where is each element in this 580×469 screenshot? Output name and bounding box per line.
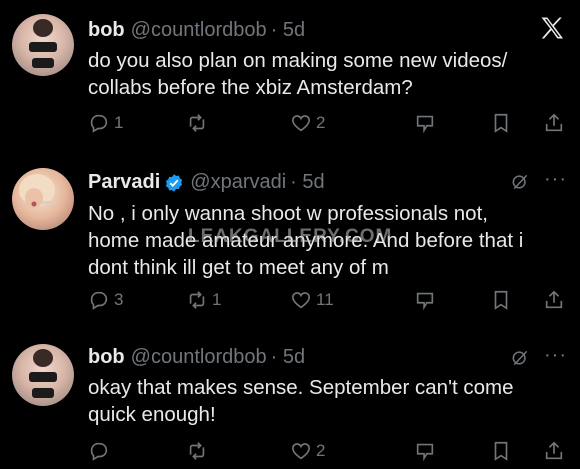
tweet-text: do you also plan on making some new vide… (88, 47, 548, 101)
reply-button[interactable]: 3 (88, 289, 123, 311)
author-handle[interactable]: @countlordbob (131, 19, 267, 42)
avatar[interactable] (12, 14, 74, 76)
reply-button[interactable]: 1 (88, 112, 123, 134)
retweet-button[interactable]: 1 (186, 289, 221, 311)
share-icon (545, 113, 563, 132)
analytics-icon (416, 115, 434, 134)
bookmark-button[interactable] (490, 112, 512, 134)
tweet-text-line: quick enough! (88, 403, 216, 426)
bookmark-button[interactable] (490, 440, 512, 462)
avatar[interactable] (12, 344, 74, 406)
reply-count: 3 (114, 290, 124, 309)
bookmark-button[interactable] (490, 289, 512, 311)
heart-icon (291, 443, 311, 460)
tweet-bob-2[interactable]: bob @countlordbob · 5d ··· okay that mak… (0, 344, 580, 469)
share-button[interactable] (543, 112, 565, 134)
analytics-button[interactable] (414, 289, 436, 311)
timestamp[interactable]: · 5d (271, 19, 305, 42)
bookmark-icon (494, 113, 508, 133)
retweet-count: 1 (212, 290, 222, 309)
analytics-button[interactable] (414, 112, 436, 134)
timestamp[interactable]: · 5d (290, 171, 324, 194)
author-name[interactable]: bob (88, 19, 125, 42)
reply-count: 1 (114, 113, 124, 132)
analytics-icon (416, 443, 434, 462)
bookmark-icon (494, 290, 508, 310)
tweet-text-line: do you also plan on making some new vide… (88, 49, 508, 72)
avatar[interactable] (12, 168, 74, 230)
tweet-text-line: collabs before the xbiz Amsterdam? (88, 76, 413, 99)
retweet-icon (189, 442, 205, 460)
author-name[interactable]: bob (88, 346, 125, 369)
author-name[interactable]: Parvadi (88, 171, 160, 194)
tweet-parvadi[interactable]: Parvadi @xparvadi · 5d ··· No , i only w… (0, 168, 580, 318)
share-icon (545, 441, 563, 460)
like-count: 11 (316, 290, 334, 309)
like-count: 2 (316, 441, 326, 460)
reply-icon (90, 114, 108, 133)
analytics-icon (416, 292, 434, 311)
like-button[interactable]: 2 (290, 440, 325, 462)
tweet-text-line: okay that makes sense. September can't c… (88, 376, 514, 399)
heart-icon (291, 115, 311, 132)
like-button[interactable]: 11 (290, 289, 334, 311)
retweet-icon (189, 291, 205, 309)
author-handle[interactable]: @countlordbob (131, 346, 267, 369)
like-count: 2 (316, 113, 326, 132)
more-icon[interactable]: ··· (544, 168, 567, 191)
tweet-text-line: dont think ill get to meet any of m (88, 256, 389, 279)
retweet-button[interactable] (186, 440, 212, 462)
reply-button[interactable] (88, 440, 114, 462)
retweet-button[interactable] (186, 112, 212, 134)
share-button[interactable] (543, 289, 565, 311)
more-icon[interactable]: ··· (544, 344, 567, 367)
tweet-text-line: No , i only wanna shoot w professionals … (88, 202, 488, 225)
timestamp[interactable]: · 5d (271, 346, 305, 369)
grok-icon[interactable] (510, 348, 530, 368)
tweet-text: No , i only wanna shoot w professionals … (88, 200, 548, 281)
reply-icon (90, 291, 108, 310)
share-button[interactable] (543, 440, 565, 462)
heart-icon (291, 292, 311, 309)
reply-icon (90, 442, 108, 461)
grok-icon[interactable] (510, 172, 530, 192)
tweet-bob-1[interactable]: bob @countlordbob · 5d do you also plan … (0, 14, 580, 154)
retweet-icon (189, 114, 205, 132)
analytics-button[interactable] (414, 440, 436, 462)
like-button[interactable]: 2 (290, 112, 325, 134)
tweet-text-line: home made amateur anymore. And before th… (88, 229, 524, 252)
bookmark-icon (494, 441, 508, 461)
author-handle[interactable]: @xparvadi (190, 171, 286, 194)
tweet-text: okay that makes sense. September can't c… (88, 374, 548, 428)
share-icon (545, 290, 563, 309)
verified-badge-icon (166, 173, 183, 192)
